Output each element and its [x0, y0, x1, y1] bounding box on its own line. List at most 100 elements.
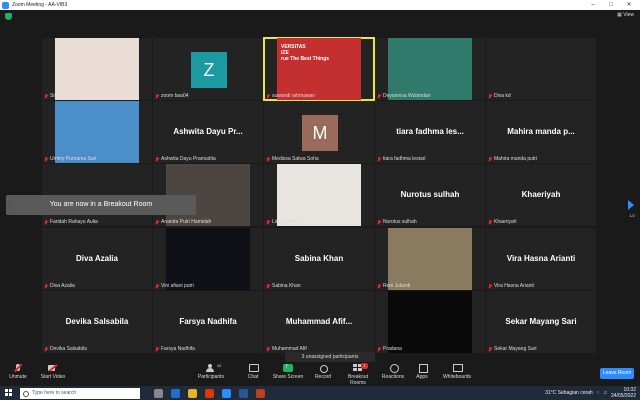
network-icon[interactable]: ↑: [597, 390, 600, 396]
volume-icon[interactable]: ♫: [603, 390, 607, 396]
participant-video: [388, 291, 472, 353]
whiteboards-button[interactable]: Whiteboards: [441, 364, 473, 384]
weather-status[interactable]: 31°C Sebagian cerah: [545, 390, 593, 396]
participant-tile[interactable]: Ummy Purnama Sari: [42, 101, 152, 163]
participant-name-caption: Farsya Nadhifa: [155, 346, 195, 352]
participant-video: [55, 38, 139, 100]
taskbar-search-input[interactable]: Type here to search: [20, 387, 140, 399]
participant-name: Reni Julianti: [383, 283, 411, 289]
participant-tile[interactable]: Nurotus sulhah Nurotus sulhah: [375, 164, 485, 226]
participant-display-name: Vira Hasna Arianti: [506, 254, 576, 263]
view-button[interactable]: ▦ View: [617, 12, 634, 18]
participant-tile[interactable]: Devika Salsabila Devika Salsabila: [42, 291, 152, 353]
participant-name-caption: suwandi rahmawan: [266, 93, 315, 99]
apps-icon: [417, 364, 428, 373]
participant-name-caption: Diva Azalia: [44, 283, 75, 289]
muted-microphone-icon: [488, 219, 492, 225]
video-gallery: ▦ View Siska Ara Ara Zzoom baa04 VERSITAS …: [0, 10, 640, 363]
participant-tile[interactable]: Siska Ara Ara: [42, 38, 152, 100]
muted-microphone-icon: [488, 283, 492, 289]
participant-tile[interactable]: Farsya Nadhifa Farsya Nadhifa: [153, 291, 263, 353]
participant-tile[interactable]: Diva kd: [486, 38, 596, 100]
muted-microphone-icon: [155, 156, 159, 162]
word-icon[interactable]: [239, 388, 248, 398]
participant-tile[interactable]: Khaeriyah Khaeriyah: [486, 164, 596, 226]
windows-start-icon[interactable]: [4, 388, 14, 398]
participant-name: Khaeriyah: [494, 219, 517, 225]
participant-name: Deyannisa Wulandari: [383, 93, 431, 99]
zoom-taskbar-icon[interactable]: [222, 388, 231, 398]
previous-page-icon[interactable]: [6, 200, 12, 210]
participant-avatar: M: [302, 115, 338, 151]
leave-room-button[interactable]: Leave Room: [600, 368, 634, 379]
participants-icon: 42: [206, 363, 221, 372]
reactions-button[interactable]: Reactions: [381, 364, 405, 384]
edge-icon[interactable]: [171, 388, 180, 398]
participant-tile[interactable]: Linda Nova: [264, 164, 374, 226]
video-off-icon: [48, 364, 58, 372]
muted-microphone-icon: [44, 346, 48, 352]
participant-tile[interactable]: Pradana: [375, 291, 485, 353]
muted-microphone-icon: [377, 219, 381, 225]
window-titlebar: Zoom Meeting - AA-VIB3 – □ ✕: [0, 0, 640, 10]
participant-tile[interactable]: tiara fadhma les... tiara fadhma lestari: [375, 101, 485, 163]
muted-microphone-icon: [155, 283, 159, 289]
participant-name: suwandi rahmawan: [272, 93, 316, 99]
file-explorer-icon[interactable]: [188, 388, 197, 398]
breakout-rooms-button[interactable]: 1 Breakout Rooms: [340, 363, 376, 386]
participant-tile[interactable]: Mahira manda p... Mahira manda putri: [486, 101, 596, 163]
participant-name-caption: Sabina Khan: [266, 283, 301, 289]
participant-tile[interactable]: M Medissa Salwa Soha: [264, 101, 374, 163]
next-page-icon[interactable]: [628, 200, 634, 210]
task-view-icon[interactable]: [154, 388, 163, 398]
powerpoint-icon[interactable]: [256, 388, 265, 398]
minimize-icon[interactable]: –: [584, 0, 602, 10]
participant-display-name: Farsya Nadhifa: [179, 317, 237, 326]
participant-name-caption: Devika Salsabila: [44, 346, 87, 352]
participant-tile[interactable]: Ashwita Dayu Pr... Ashwita Dayu Pramudita: [153, 101, 263, 163]
window-controls: – □ ✕: [584, 0, 638, 10]
shield-icon[interactable]: [5, 13, 12, 20]
participant-name-caption: tiara fadhma lestari: [377, 156, 426, 162]
muted-microphone-icon: [155, 93, 159, 99]
muted-microphone-icon: [488, 346, 492, 352]
participant-name-caption: Khaeriyah: [488, 219, 517, 225]
chat-button[interactable]: Chat: [243, 364, 263, 384]
participant-tile[interactable]: Sekar Mayang Sari Sekar Mayang Sari: [486, 291, 596, 353]
share-screen-icon: [283, 363, 293, 372]
participant-tile[interactable]: Sabina Khan Sabina Khan: [264, 228, 374, 290]
participant-display-name: Diva Azalia: [76, 254, 118, 263]
muted-microphone-icon: [266, 93, 270, 99]
participant-tile[interactable]: Zzoom baa04: [153, 38, 263, 100]
participant-video: [277, 164, 361, 226]
participants-button[interactable]: 42 Participants: [196, 363, 226, 384]
muted-microphone-icon: [377, 283, 381, 289]
muted-microphone-icon: [44, 283, 48, 289]
participant-avatar: Z: [191, 52, 227, 88]
participant-name-caption: zoom baa04: [155, 93, 189, 99]
participant-name-caption: Faridah Rahayu Aulia: [44, 219, 98, 225]
participant-video: [166, 228, 250, 290]
muted-microphone-icon: [266, 346, 270, 352]
close-icon[interactable]: ✕: [620, 0, 638, 10]
unmute-button[interactable]: Unmute: [4, 364, 32, 384]
chrome-icon[interactable]: [205, 388, 214, 398]
record-button[interactable]: Record: [312, 364, 334, 384]
start-video-button[interactable]: Start Video: [38, 364, 68, 384]
participant-name-caption: Nurotus sulhah: [377, 219, 417, 225]
participant-tile[interactable]: Deyannisa Wulandari: [375, 38, 485, 100]
participant-name: Devika Salsabila: [50, 346, 87, 352]
taskbar-clock[interactable]: 10:32 24/05/2022: [611, 387, 636, 399]
muted-microphone-icon: [488, 93, 492, 99]
muted-microphone-icon: [44, 93, 48, 99]
participant-tile[interactable]: Muhammad Afif... Muhammad Afif: [264, 291, 374, 353]
participant-tile[interactable]: Diva Azalia Diva Azalia: [42, 228, 152, 290]
participant-tile[interactable]: Vini afiani putri: [153, 228, 263, 290]
participant-tile[interactable]: VERSITAS IZE rue The Best Things suwandi …: [263, 37, 375, 101]
share-screen-button[interactable]: Share Screen: [272, 363, 304, 384]
breakout-rooms-icon: 1: [353, 363, 368, 372]
participant-tile[interactable]: Vira Hasna Arianti Vira Hasna Arianti: [486, 228, 596, 290]
participant-tile[interactable]: Reni Julianti: [375, 228, 485, 290]
maximize-icon[interactable]: □: [602, 0, 620, 10]
apps-button[interactable]: Apps: [414, 364, 430, 384]
